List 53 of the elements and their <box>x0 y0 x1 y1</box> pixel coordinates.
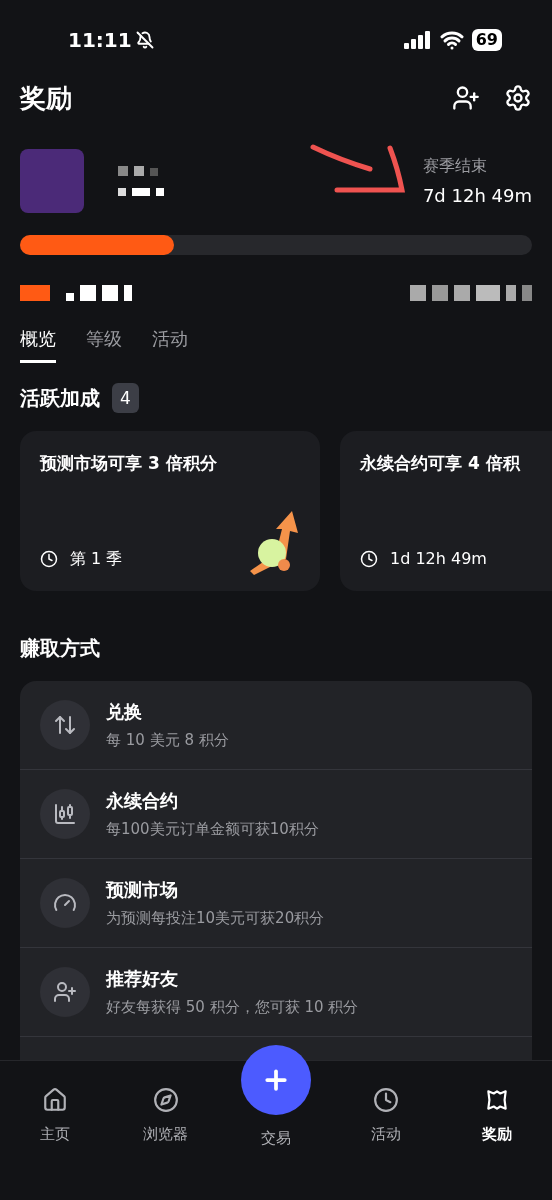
earn-row[interactable]: 永续合约 每100美元订单金额可获10积分 <box>20 770 532 859</box>
season-countdown: 7d 12h 49m <box>422 183 532 208</box>
earn-description: 每100美元订单金额可获10积分 <box>106 819 319 841</box>
clock-icon <box>373 1087 400 1113</box>
home-icon <box>42 1087 69 1113</box>
battery-indicator: 69 <box>471 29 502 51</box>
nav-item[interactable]: 浏览器 <box>110 1087 221 1146</box>
nav-item[interactable]: 活动 <box>331 1087 442 1146</box>
gauge-icon <box>40 878 90 928</box>
earn-title: 推荐好友 <box>106 967 179 992</box>
nav-item[interactable]: 交易 <box>261 1127 291 1150</box>
earn-row[interactable]: 兑换 每 10 美元 8 积分 <box>20 681 532 770</box>
page-title: 奖励 <box>20 81 72 115</box>
compass-icon <box>152 1087 179 1113</box>
redaction-block <box>66 285 132 301</box>
earn-row[interactable]: 推荐好友 好友每获得 50 积分，您可获 10 积分 <box>20 948 532 1037</box>
earn-description: 为预测每投注10美元可获20积分 <box>106 908 325 930</box>
tab[interactable]: 等级 <box>86 325 122 363</box>
boost-title: 永续合约可享 4 倍积 <box>360 452 522 475</box>
clock-icon <box>40 550 58 568</box>
bell-off-icon <box>135 31 154 49</box>
tab[interactable]: 活动 <box>152 325 188 363</box>
count-badge: 4 <box>112 383 139 413</box>
tab[interactable]: 概览 <box>20 325 56 363</box>
candlestick-icon <box>40 789 90 839</box>
season-label: 赛季结束 <box>422 154 487 177</box>
redaction-block <box>118 188 164 196</box>
swap-arrows-icon <box>40 700 90 750</box>
section-title: 赚取方式 <box>19 635 101 662</box>
earn-description: 每 10 美元 8 积分 <box>106 730 229 752</box>
section-title: 活跃加成 <box>20 385 100 412</box>
earn-description: 好友每获得 50 积分，您可获 10 积分 <box>106 997 359 1019</box>
signal-icon <box>403 31 432 49</box>
clock-icon <box>360 550 378 568</box>
boost-title: 预测市场可享 3 倍积分 <box>40 452 218 475</box>
earn-title: 预测市场 <box>106 878 179 903</box>
settings-button[interactable] <box>504 84 532 112</box>
earn-row[interactable]: 预测市场 为预测每投注10美元可获20积分 <box>20 859 532 948</box>
avatar-image <box>20 149 84 213</box>
boost-card[interactable]: 预测市场可享 3 倍积分 第 1 季 <box>20 431 320 591</box>
status-time: 11:11 <box>68 27 132 54</box>
earn-title: 永续合约 <box>106 789 179 814</box>
nav-item[interactable]: 主页 <box>0 1087 111 1146</box>
boost-card[interactable]: 永续合约可享 4 倍积 1d 12h 49m <box>340 431 552 591</box>
nav-item[interactable]: 奖励 <box>441 1087 552 1146</box>
boost-period: 第 1 季 <box>70 548 123 570</box>
add-user-icon <box>40 967 90 1017</box>
redaction-block <box>20 285 50 301</box>
settings-icon <box>504 84 532 112</box>
earn-title: 兑换 <box>106 700 143 725</box>
add-user-icon <box>452 84 480 112</box>
add-friend-button[interactable] <box>452 84 480 112</box>
boost-period: 1d 12h 49m <box>390 548 487 570</box>
